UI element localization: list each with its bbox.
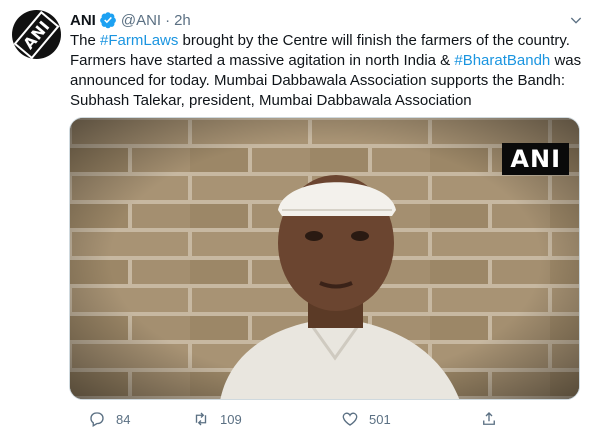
tweet-card[interactable]: ANI ANI @ANI · 2h The #FarmLaws brought … [0,0,598,431]
like-button[interactable]: 501 [341,410,391,428]
retweet-count: 109 [220,411,242,427]
ani-watermark: ANI [502,143,569,175]
tweet-text-part: The [70,32,101,49]
video-media[interactable]: ANI [69,117,580,400]
share-button[interactable] [480,410,498,428]
comment-icon [90,412,104,427]
hashtag-farmlaws-link[interactable]: #FarmLaws [100,32,178,49]
hashtag-bharatbandh-link[interactable]: #BharatBandh [454,52,550,69]
like-count: 501 [369,411,391,427]
share-icon [483,412,495,425]
separator-dot: · [165,11,171,29]
avatar[interactable]: ANI [12,10,61,59]
author-name[interactable]: ANI [70,12,96,29]
tweet-actions: 84 109 501 [88,410,508,430]
retweet-button[interactable]: 109 [192,410,242,428]
reply-button[interactable]: 84 [88,410,130,428]
reply-count: 84 [116,411,131,427]
ani-logo: ANI [13,10,60,59]
author-handle[interactable]: @ANI [121,12,161,29]
retweet-icon [195,412,207,426]
heart-icon [342,412,358,426]
tweet-text: The #FarmLaws brought by the Centre will… [70,31,585,111]
verified-badge-icon [99,12,116,29]
more-options-chevron-down-icon[interactable] [566,10,586,30]
chevron-down-icon [570,17,582,24]
tweet-header: ANI @ANI · 2h [70,10,578,30]
tweet-timestamp[interactable]: 2h [174,12,191,29]
